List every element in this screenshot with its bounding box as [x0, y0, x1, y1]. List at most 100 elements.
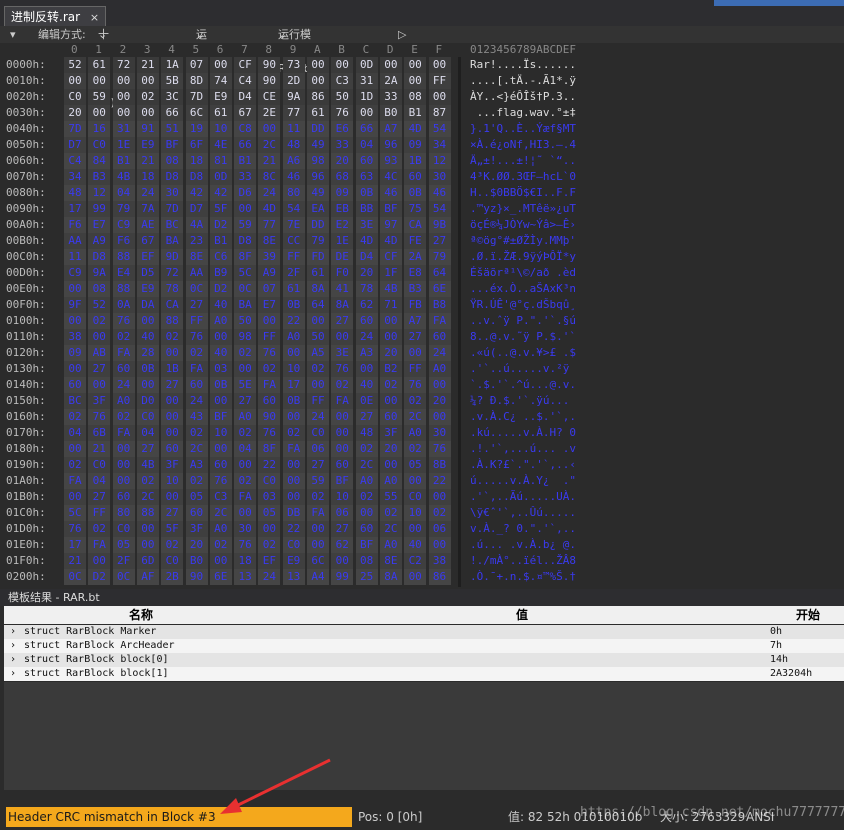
hex-byte[interactable]: CA [161, 297, 184, 313]
hex-byte[interactable]: BC [161, 217, 184, 233]
hex-row-ascii[interactable]: Éšäõrª¹\©/að .èd [470, 265, 598, 281]
hex-byte[interactable]: 00 [112, 89, 135, 105]
hex-byte[interactable]: 00 [428, 57, 451, 73]
hex-byte[interactable]: 00 [355, 105, 378, 121]
hex-byte[interactable]: 27 [331, 313, 354, 329]
hex-byte[interactable]: CC [282, 233, 305, 249]
hex-byte[interactable]: CF [234, 57, 257, 73]
hex-byte[interactable]: 19 [185, 121, 208, 137]
hex-byte[interactable]: 61 [307, 265, 329, 281]
template-row[interactable]: › struct RarBlock block[0] 14h [4, 653, 844, 667]
hex-byte[interactable]: 00 [161, 345, 184, 361]
hex-byte[interactable]: 00 [88, 553, 111, 569]
hex-byte[interactable]: 02 [404, 441, 427, 457]
hex-byte[interactable]: 8E [185, 249, 208, 265]
hex-byte[interactable]: 00 [258, 521, 281, 537]
hex-byte[interactable]: 00 [282, 489, 305, 505]
hex-byte[interactable]: 00 [355, 361, 378, 377]
hex-byte[interactable]: A9 [258, 265, 281, 281]
hex-byte[interactable]: C0 [307, 425, 329, 441]
hex-byte[interactable]: 09 [64, 345, 86, 361]
hex-byte[interactable]: D0 [136, 393, 159, 409]
hex-byte[interactable]: 17 [282, 377, 305, 393]
hex-byte[interactable]: 00 [64, 281, 86, 297]
hex-byte[interactable]: 30 [234, 521, 257, 537]
hex-byte[interactable]: CF [379, 249, 402, 265]
hex-byte[interactable]: B1 [234, 153, 257, 169]
hex-byte[interactable]: 6C [185, 105, 208, 121]
hex-byte[interactable]: 54 [428, 121, 451, 137]
hex-byte[interactable]: A0 [209, 313, 232, 329]
hex-byte[interactable]: 61 [282, 281, 305, 297]
hex-byte[interactable]: C9 [112, 217, 135, 233]
hex-byte[interactable]: 00 [428, 89, 451, 105]
hex-byte[interactable]: 27 [234, 393, 257, 409]
hex-byte[interactable]: 06 [331, 505, 354, 521]
hex-byte[interactable]: 76 [428, 441, 451, 457]
hex-byte[interactable]: EA [307, 201, 329, 217]
hex-byte[interactable]: B9 [209, 265, 232, 281]
hex-row-ascii[interactable]: .kú.....v.À.H? 0 [470, 425, 598, 441]
hex-byte[interactable]: BA [234, 297, 257, 313]
hex-byte[interactable]: 00 [64, 313, 86, 329]
hex-byte[interactable]: FF [258, 329, 281, 345]
hex-byte[interactable]: 04 [234, 441, 257, 457]
expand-icon[interactable]: › [10, 667, 16, 681]
hex-byte[interactable]: 33 [234, 169, 257, 185]
template-row[interactable]: › struct RarBlock ArcHeader 7h [4, 639, 844, 653]
hex-byte[interactable]: 00 [379, 313, 402, 329]
hex-byte[interactable]: B3 [88, 169, 111, 185]
hex-byte[interactable]: 24 [428, 345, 451, 361]
hex-byte[interactable]: 02 [64, 457, 86, 473]
hex-byte[interactable]: 1E [331, 233, 354, 249]
hex-byte[interactable]: 48 [282, 137, 305, 153]
hex-byte[interactable]: 21 [136, 153, 159, 169]
hex-byte[interactable]: 6D [136, 553, 159, 569]
hex-byte[interactable]: 64 [307, 297, 329, 313]
hex-row-ascii[interactable]: .'`,..Ãú.....UÀ. [470, 489, 598, 505]
run-script-dropdown[interactable]: 运行脚本 ⌄ [196, 26, 207, 92]
hex-byte[interactable]: 2C [355, 457, 378, 473]
hex-byte[interactable]: 0C [185, 281, 208, 297]
hex-byte[interactable]: E6 [331, 121, 354, 137]
hex-byte[interactable]: D8 [185, 169, 208, 185]
hex-byte[interactable]: 76 [404, 377, 427, 393]
hex-byte[interactable]: 4B [379, 281, 402, 297]
hex-byte[interactable]: 00 [404, 521, 427, 537]
hex-byte[interactable]: 9A [282, 89, 305, 105]
hex-byte[interactable]: 60 [355, 153, 378, 169]
hex-byte[interactable]: 05 [258, 505, 281, 521]
hex-byte[interactable]: 76 [64, 521, 86, 537]
hex-byte[interactable]: 40 [355, 377, 378, 393]
hex-byte[interactable]: 3C [161, 89, 184, 105]
hex-byte[interactable]: 0A [112, 297, 135, 313]
hex-byte[interactable]: 22 [258, 457, 281, 473]
hex-byte[interactable]: 55 [379, 489, 402, 505]
hex-byte[interactable]: 8F [258, 441, 281, 457]
hex-byte[interactable]: FF [404, 361, 427, 377]
hex-byte[interactable]: 2E [258, 105, 281, 121]
hex-byte[interactable]: 43 [185, 409, 208, 425]
hex-byte[interactable]: 30 [428, 169, 451, 185]
hex-byte[interactable]: 08 [161, 153, 184, 169]
hex-byte[interactable]: 98 [234, 329, 257, 345]
hex-byte[interactable]: 18 [234, 553, 257, 569]
hex-byte[interactable]: 12 [428, 153, 451, 169]
hex-byte[interactable]: 00 [428, 377, 451, 393]
hex-byte[interactable]: 76 [331, 361, 354, 377]
hex-byte[interactable]: 00 [331, 441, 354, 457]
hex-byte[interactable]: 24 [136, 185, 159, 201]
hex-byte[interactable]: 00 [209, 329, 232, 345]
hex-byte[interactable]: AA [185, 265, 208, 281]
hex-byte[interactable]: 76 [209, 473, 232, 489]
hex-byte[interactable]: E9 [209, 89, 232, 105]
hex-byte[interactable]: 27 [88, 361, 111, 377]
hex-byte[interactable]: 59 [88, 89, 111, 105]
hex-byte[interactable]: 00 [307, 377, 329, 393]
hex-byte[interactable]: 02 [258, 361, 281, 377]
hex-byte[interactable]: 02 [379, 377, 402, 393]
hex-byte[interactable]: 00 [379, 57, 402, 73]
hex-byte[interactable]: B1 [209, 233, 232, 249]
hex-byte[interactable]: CA [404, 217, 427, 233]
hex-byte[interactable]: A0 [112, 393, 135, 409]
